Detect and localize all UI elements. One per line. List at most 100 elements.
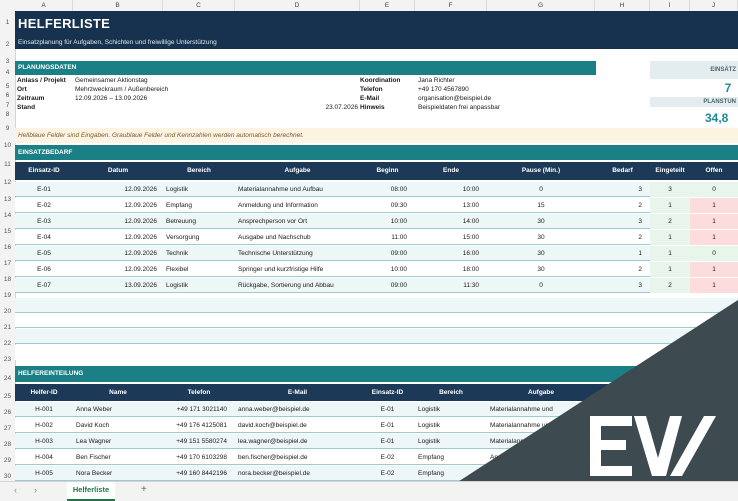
einteilung-cell[interactable]: Nora Becker — [73, 466, 163, 481]
einteilung-cell[interactable]: H-002 — [15, 418, 73, 433]
bedarf-cell[interactable]: 09:00 — [360, 278, 415, 293]
column-header[interactable]: A — [15, 0, 73, 11]
bedarf-row[interactable]: E-05 12.09.2026 Technik Technische Unterstü… — [15, 246, 738, 261]
bedarf-cell[interactable]: 1 — [690, 262, 738, 277]
row-number[interactable]: 9 — [0, 125, 15, 132]
einteilung-cell[interactable]: +49 176 4125081 — [163, 418, 235, 433]
row-number[interactable]: 11 — [0, 161, 15, 168]
bedarf-cell[interactable]: 3 — [595, 214, 650, 229]
column-header[interactable]: F — [415, 0, 487, 11]
planning-value[interactable]: 12.09.2026 – 13.09.2026 — [75, 91, 147, 106]
bedarf-cell[interactable]: E-02 — [15, 198, 73, 213]
einteilung-cell[interactable]: +49 170 6103298 — [163, 450, 235, 465]
bedarf-cell[interactable]: 0 — [487, 278, 595, 293]
einteilung-cell[interactable]: H-003 — [15, 434, 73, 449]
column-title[interactable]: Ende — [415, 162, 487, 180]
bedarf-cell[interactable]: Logistik — [163, 182, 235, 197]
bedarf-cell[interactable]: Versorgung — [163, 230, 235, 245]
column-title[interactable]: Bedarf — [595, 162, 650, 180]
bedarf-cell[interactable]: Betreuung — [163, 214, 235, 229]
column-header[interactable]: B — [73, 0, 163, 11]
bedarf-row[interactable]: E-07 13.09.2026 Logistik Rückgabe, Sortieru… — [15, 278, 738, 293]
bedarf-cell[interactable]: E-04 — [15, 230, 73, 245]
row-number[interactable]: 4 — [0, 69, 15, 76]
bedarf-cell[interactable]: Flexibel — [163, 262, 235, 277]
bedarf-cell[interactable]: 1 — [595, 246, 650, 261]
row-number[interactable]: 2 — [0, 41, 15, 48]
bedarf-cell[interactable]: 12.09.2026 — [73, 246, 163, 261]
row-number[interactable]: 21 — [0, 324, 15, 331]
column-title[interactable]: Einsatz-ID — [360, 384, 415, 401]
bedarf-cell[interactable]: Technik — [163, 246, 235, 261]
bedarf-cell[interactable]: 3 — [595, 278, 650, 293]
bedarf-cell[interactable]: E-01 — [15, 182, 73, 197]
bedarf-cell[interactable]: 15 — [487, 198, 595, 213]
bedarf-cell[interactable]: E-03 — [15, 214, 73, 229]
bedarf-cell[interactable]: 10:00 — [415, 182, 487, 197]
bedarf-cell[interactable]: 0 — [690, 246, 738, 261]
column-header[interactable]: D — [235, 0, 360, 11]
bedarf-cell[interactable]: 0 — [487, 182, 595, 197]
scroll-left-icon[interactable]: ‹ — [14, 485, 17, 495]
bedarf-cell[interactable]: Technische Unterstützung — [235, 246, 360, 261]
row-number[interactable]: 19 — [0, 292, 15, 299]
bedarf-row[interactable]: E-03 12.09.2026 Betreuung Ansprechperson vo… — [15, 214, 738, 229]
row-number[interactable]: 24 — [0, 375, 15, 382]
bedarf-cell[interactable]: 3 — [650, 182, 690, 197]
bedarf-cell[interactable]: E-05 — [15, 246, 73, 261]
bedarf-cell[interactable]: 10:00 — [360, 214, 415, 229]
bedarf-cell[interactable]: 15:00 — [415, 230, 487, 245]
row-number[interactable]: 22 — [0, 340, 15, 347]
row-number[interactable]: 25 — [0, 393, 15, 400]
bedarf-cell[interactable]: 11:00 — [360, 230, 415, 245]
bedarf-cell[interactable]: 30 — [487, 246, 595, 261]
einteilung-cell[interactable]: H-004 — [15, 450, 73, 465]
bedarf-cell[interactable]: 1 — [650, 246, 690, 261]
row-number[interactable]: 5 — [0, 83, 15, 90]
row-number[interactable]: 29 — [0, 457, 15, 464]
column-title[interactable]: Aufgabe — [235, 162, 360, 180]
einteilung-cell[interactable]: david.koch@beispiel.de — [235, 418, 360, 433]
column-title[interactable]: Beginn — [360, 162, 415, 180]
row-number[interactable]: 14 — [0, 212, 15, 219]
column-header[interactable]: J — [690, 0, 738, 11]
row-number[interactable]: 8 — [0, 111, 15, 118]
column-title[interactable]: Datum — [73, 162, 163, 180]
bedarf-cell[interactable]: 12.09.2026 — [73, 182, 163, 197]
bedarf-cell[interactable]: 30 — [487, 262, 595, 277]
bedarf-cell[interactable]: 09:00 — [360, 246, 415, 261]
column-header[interactable]: C — [163, 0, 235, 11]
einteilung-cell[interactable]: E-02 — [360, 466, 415, 481]
bedarf-cell[interactable]: 16:00 — [415, 246, 487, 261]
einteilung-cell[interactable]: H-005 — [15, 466, 73, 481]
row-number[interactable]: 13 — [0, 196, 15, 203]
row-number[interactable]: 7 — [0, 102, 15, 109]
column-title[interactable]: Telefon — [163, 384, 235, 401]
row-number[interactable]: 27 — [0, 425, 15, 432]
row-number[interactable]: 18 — [0, 276, 15, 283]
einteilung-cell[interactable]: E-01 — [360, 402, 415, 417]
row-number[interactable]: 15 — [0, 228, 15, 235]
einteilung-cell[interactable]: anna.weber@beispiel.de — [235, 402, 360, 417]
bedarf-cell[interactable]: 2 — [595, 262, 650, 277]
column-header[interactable]: H — [595, 0, 650, 11]
bedarf-cell[interactable]: Anmeldung und Information — [235, 198, 360, 213]
bedarf-cell[interactable]: 1 — [650, 262, 690, 277]
column-title[interactable]: Eingeteilt — [650, 162, 690, 180]
bedarf-cell[interactable]: 1 — [690, 214, 738, 229]
bedarf-cell[interactable]: Empfang — [163, 198, 235, 213]
row-number[interactable]: 26 — [0, 409, 15, 416]
bedarf-cell[interactable]: 18:00 — [415, 262, 487, 277]
bedarf-cell[interactable]: 2 — [650, 278, 690, 293]
bedarf-row[interactable]: E-06 12.09.2026 Flexibel Springer und kurzf… — [15, 262, 738, 277]
einteilung-cell[interactable]: Ben Fischer — [73, 450, 163, 465]
bedarf-cell[interactable]: 09:30 — [360, 198, 415, 213]
bedarf-cell[interactable]: 30 — [487, 230, 595, 245]
column-header[interactable]: G — [487, 0, 595, 11]
row-number[interactable]: 12 — [0, 179, 15, 186]
bedarf-cell[interactable]: 10:00 — [360, 262, 415, 277]
bedarf-cell[interactable]: Materialannahme und Aufbau — [235, 182, 360, 197]
bedarf-cell[interactable]: 11:30 — [415, 278, 487, 293]
bedarf-cell[interactable]: Springer und kurzfristige Hilfe — [235, 262, 360, 277]
bedarf-cell[interactable]: 12.09.2026 — [73, 198, 163, 213]
